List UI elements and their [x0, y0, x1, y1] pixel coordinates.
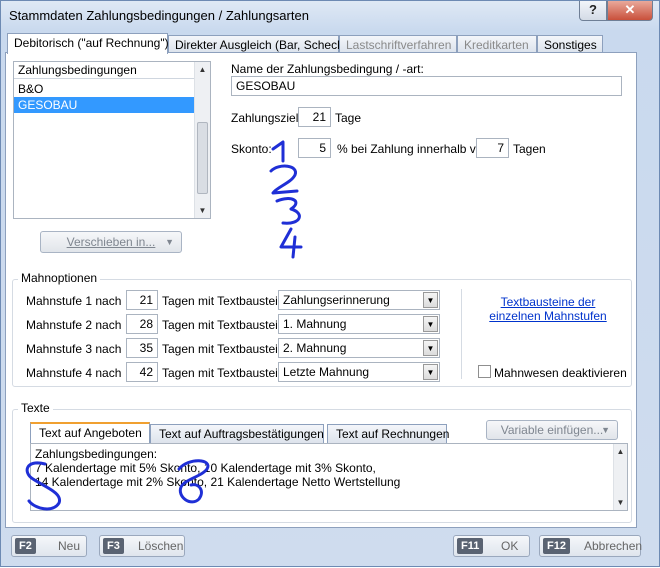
tab-direkter-ausgleich[interactable]: Direkter Ausgleich (Bar, Scheck) — [168, 35, 347, 53]
tab-content-panel: Zahlungsbedingungen B&O GESOBAU ▲ ▼ Vers… — [5, 52, 637, 528]
ok-button[interactable]: F11 OK — [453, 535, 530, 557]
mahnstufe-3-select[interactable]: 2. Mahnung ▼ — [278, 338, 440, 358]
text-line: 14 Kalendertage mit 2% Skonto, 21 Kalend… — [35, 475, 401, 489]
textbausteine-link[interactable]: Textbausteine der einzelnen Mahnstufen — [484, 295, 612, 323]
new-key: F2 — [15, 538, 36, 554]
mahn-divider — [461, 289, 462, 379]
chevron-down-icon: ▼ — [165, 237, 174, 247]
mahnstufe-2-mid: Tagen mit Textbaustein — [162, 318, 285, 332]
deactivate-checkbox[interactable] — [478, 365, 491, 378]
move-button-label: Verschieben in... — [66, 235, 156, 249]
skonto-days-unit: Tagen — [513, 142, 546, 156]
chevron-down-icon[interactable]: ▼ — [423, 364, 438, 380]
footer-bar: F2 Neu F3 Löschen F11 OK F12 Abbrechen — [1, 531, 660, 568]
mahnstufe-3-mid: Tagen mit Textbaustein — [162, 342, 285, 356]
mahnstufe-3-label: Mahnstufe 3 nach — [26, 342, 122, 356]
variable-insert-label: Variable einfügen... — [500, 423, 604, 437]
move-button[interactable]: Verschieben in... ▼ — [40, 231, 182, 253]
variable-insert-button[interactable]: Variable einfügen... ▼ — [486, 420, 618, 440]
mahnstufe-3-days[interactable]: 35 — [126, 338, 158, 358]
list-scrollbar[interactable]: ▲ ▼ — [194, 62, 210, 218]
mahnstufe-4-days[interactable]: 42 — [126, 362, 158, 382]
tab-text-auftragsbestaetigungen[interactable]: Text auf Auftragsbestätigungen — [150, 424, 324, 443]
deactivate-label: Mahnwesen deaktivieren — [494, 366, 627, 380]
new-label: Neu — [58, 539, 81, 553]
tab-text-rechnungen[interactable]: Text auf Rechnungen — [327, 424, 449, 443]
chevron-down-icon: ▼ — [601, 425, 610, 435]
tab-debitorisch[interactable]: Debitorisch ("auf Rechnung") — [7, 33, 169, 54]
scroll-up-icon[interactable]: ▲ — [614, 444, 627, 459]
link-line-2: einzelnen Mahnstufen — [489, 309, 607, 323]
mahnstufe-2-days[interactable]: 28 — [126, 314, 158, 334]
window-title: Stammdaten Zahlungsbedingungen / Zahlung… — [9, 8, 309, 23]
mahnstufe-1-mid: Tagen mit Textbaustein — [162, 294, 285, 308]
tab-kreditkarten: Kreditkarten — [457, 35, 537, 53]
chevron-down-icon[interactable]: ▼ — [423, 292, 438, 308]
scroll-down-icon[interactable]: ▼ — [195, 203, 210, 218]
cancel-button[interactable]: F12 Abbrechen — [539, 535, 643, 557]
scroll-thumb[interactable] — [197, 122, 208, 194]
mahnstufe-4-mid: Tagen mit Textbaustein — [162, 366, 285, 380]
dialog-window: Stammdaten Zahlungsbedingungen / Zahlung… — [0, 0, 660, 567]
list-item[interactable]: B&O — [14, 81, 195, 97]
mahnstufe-1-days[interactable]: 21 — [126, 290, 158, 310]
delete-label: Löschen — [138, 539, 184, 553]
scroll-down-icon[interactable]: ▼ — [614, 495, 627, 510]
cancel-key: F12 — [543, 538, 570, 554]
text-line: Zahlungsbedingungen: — [35, 447, 158, 461]
skonto-input[interactable]: 5 — [298, 138, 331, 158]
mahnoptionen-title: Mahnoptionen — [18, 271, 101, 285]
mahnstufe-2-label: Mahnstufe 2 nach — [26, 318, 122, 332]
mahnstufe-2-value: 1. Mahnung — [283, 317, 347, 331]
ok-label: OK — [501, 539, 519, 553]
tab-sonstiges[interactable]: Sonstiges — [537, 35, 603, 53]
close-button[interactable]: ✕ — [607, 1, 653, 21]
name-input[interactable]: GESOBAU — [231, 76, 622, 96]
tab-lastschriftverfahren: Lastschriftverfahren — [339, 35, 457, 53]
new-button[interactable]: F2 Neu — [11, 535, 87, 557]
title-bar: Stammdaten Zahlungsbedingungen / Zahlung… — [1, 1, 659, 29]
chevron-down-icon[interactable]: ▼ — [423, 316, 438, 332]
list-item-selected[interactable]: GESOBAU — [14, 97, 195, 113]
name-label: Name der Zahlungsbedingung / -art: — [231, 62, 424, 76]
texte-textarea[interactable]: Zahlungsbedingungen: 7 Kalendertage mit … — [30, 443, 628, 511]
ziel-unit: Tage — [335, 111, 362, 125]
help-button[interactable]: ? — [579, 1, 607, 21]
mahnstufe-4-value: Letzte Mahnung — [283, 365, 370, 379]
link-line-1: Textbausteine der — [500, 295, 596, 309]
skonto-days-input[interactable]: 7 — [476, 138, 509, 158]
mahnstufe-4-select[interactable]: Letzte Mahnung ▼ — [278, 362, 440, 382]
tab-text-angeboten[interactable]: Text auf Angeboten — [30, 422, 150, 443]
texte-title: Texte — [18, 401, 53, 415]
payment-terms-list[interactable]: Zahlungsbedingungen B&O GESOBAU ▲ ▼ — [13, 61, 211, 219]
mahnstufe-4-label: Mahnstufe 4 nach — [26, 366, 122, 380]
cancel-label: Abbrechen — [584, 539, 643, 553]
textarea-scrollbar[interactable]: ▲ ▼ — [613, 444, 627, 510]
skonto-mid-label: % bei Zahlung innerhalb von — [337, 142, 490, 156]
ziel-input[interactable]: 21 — [298, 107, 331, 127]
skonto-label: Skonto: — [231, 142, 272, 156]
delete-key: F3 — [103, 538, 124, 554]
ok-key: F11 — [457, 538, 484, 554]
mahnstufe-2-select[interactable]: 1. Mahnung ▼ — [278, 314, 440, 334]
mahnstufe-1-value: Zahlungserinnerung — [283, 293, 390, 307]
mahnstufe-1-select[interactable]: Zahlungserinnerung ▼ — [278, 290, 440, 310]
delete-button[interactable]: F3 Löschen — [99, 535, 185, 557]
chevron-down-icon[interactable]: ▼ — [423, 340, 438, 356]
list-header: Zahlungsbedingungen — [14, 62, 195, 79]
scroll-up-icon[interactable]: ▲ — [195, 62, 210, 77]
text-line: 7 Kalendertage mit 5% Skonto, 10 Kalende… — [35, 461, 376, 475]
mahnstufe-3-value: 2. Mahnung — [283, 341, 347, 355]
mahnstufe-1-label: Mahnstufe 1 nach — [26, 294, 122, 308]
ziel-label: Zahlungsziel: — [231, 111, 302, 125]
